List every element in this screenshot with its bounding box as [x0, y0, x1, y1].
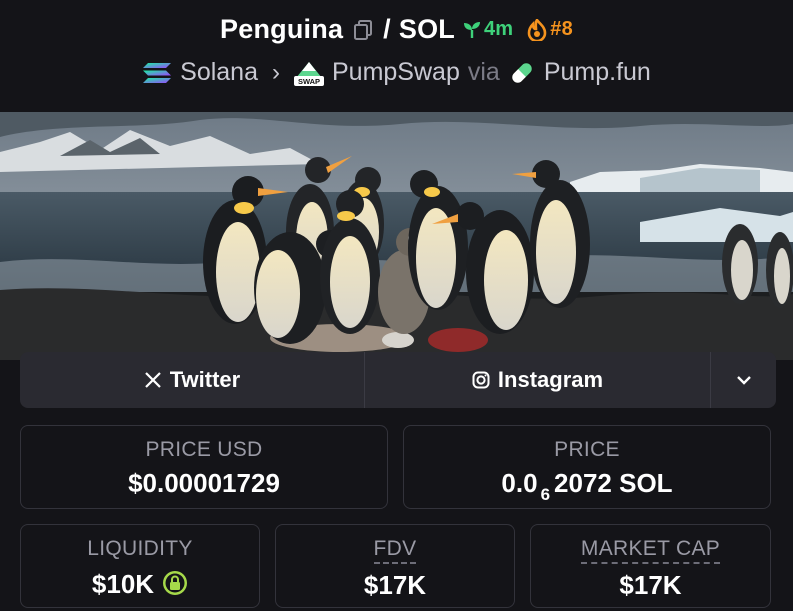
launchpad-name[interactable]: Pump.fun [544, 58, 651, 87]
instagram-link-button[interactable]: Instagram [365, 352, 711, 408]
pair-age: 4m [463, 18, 513, 41]
price-usd-label: PRICE USD [145, 438, 263, 461]
solana-logo[interactable] [142, 61, 172, 85]
breadcrumb-chevron-icon: › [272, 58, 280, 86]
liquidity-value-row: $10K [92, 567, 188, 600]
price-usd-card: PRICE USD $0.00001729 [20, 425, 388, 509]
fdv-value: $17K [363, 570, 427, 600]
chain-name[interactable]: Solana [180, 58, 258, 87]
liquidity-card: LIQUIDITY $10K [20, 524, 260, 608]
instagram-label: Instagram [497, 367, 604, 392]
price-native-digits: 2072 SOL [554, 468, 673, 498]
seedling-icon [463, 21, 480, 38]
liquidity-label: LIQUIDITY [87, 537, 193, 560]
x-logo-icon [144, 372, 161, 388]
trending-rank: #8 [527, 18, 573, 41]
liquidity-value: $10K [91, 569, 155, 599]
price-native-prefix: 0.0 [501, 468, 538, 498]
price-native-card: PRICE 0.0 6 2072 SOL [403, 425, 771, 509]
copy-icon[interactable] [353, 19, 375, 41]
price-native-value: 0.0 6 2072 SOL [501, 468, 673, 504]
pair-age-value: 4m [483, 18, 514, 40]
pair-breadcrumb: Solana › SWAP PumpSwap via Pump.fun [0, 58, 793, 87]
more-links-button[interactable] [711, 352, 776, 408]
via-label: via [467, 58, 500, 86]
chevron-down-icon [736, 376, 751, 385]
trending-rank-value: #8 [550, 18, 573, 40]
penguin-colony-illustration [0, 112, 793, 360]
token-banner-image [0, 112, 793, 360]
pair-title: Penguina / SOL 4m #8 [0, 14, 793, 45]
instagram-icon [472, 371, 490, 389]
lock-icon[interactable] [162, 570, 188, 596]
market-cap-value: $17K [619, 570, 682, 600]
twitter-link-button[interactable]: Twitter [20, 352, 365, 408]
twitter-label: Twitter [169, 367, 241, 392]
market-cap-label[interactable]: MARKET CAP [580, 537, 721, 564]
pill-icon[interactable] [508, 59, 536, 87]
pumpswap-logo-text: SWAP [298, 77, 320, 86]
token-name: Penguina [220, 14, 344, 44]
quote-symbol: SOL [398, 14, 455, 44]
social-links-bar: Twitter Instagram [20, 352, 776, 408]
pumpswap-logo[interactable]: SWAP [294, 60, 324, 86]
price-native-zero-count: 6 [540, 485, 551, 504]
flame-icon [527, 18, 547, 41]
pair-separator: / [383, 14, 391, 44]
market-cap-card[interactable]: MARKET CAP $17K [530, 524, 771, 608]
pair-header: Penguina / SOL 4m #8 Solana › SWAP PumpS… [0, 0, 793, 112]
price-native-label: PRICE [554, 438, 620, 461]
dex-name[interactable]: PumpSwap [332, 58, 460, 87]
fdv-label[interactable]: FDV [373, 537, 417, 564]
price-usd-value: $0.00001729 [128, 468, 280, 498]
fdv-card[interactable]: FDV $17K [275, 524, 515, 608]
